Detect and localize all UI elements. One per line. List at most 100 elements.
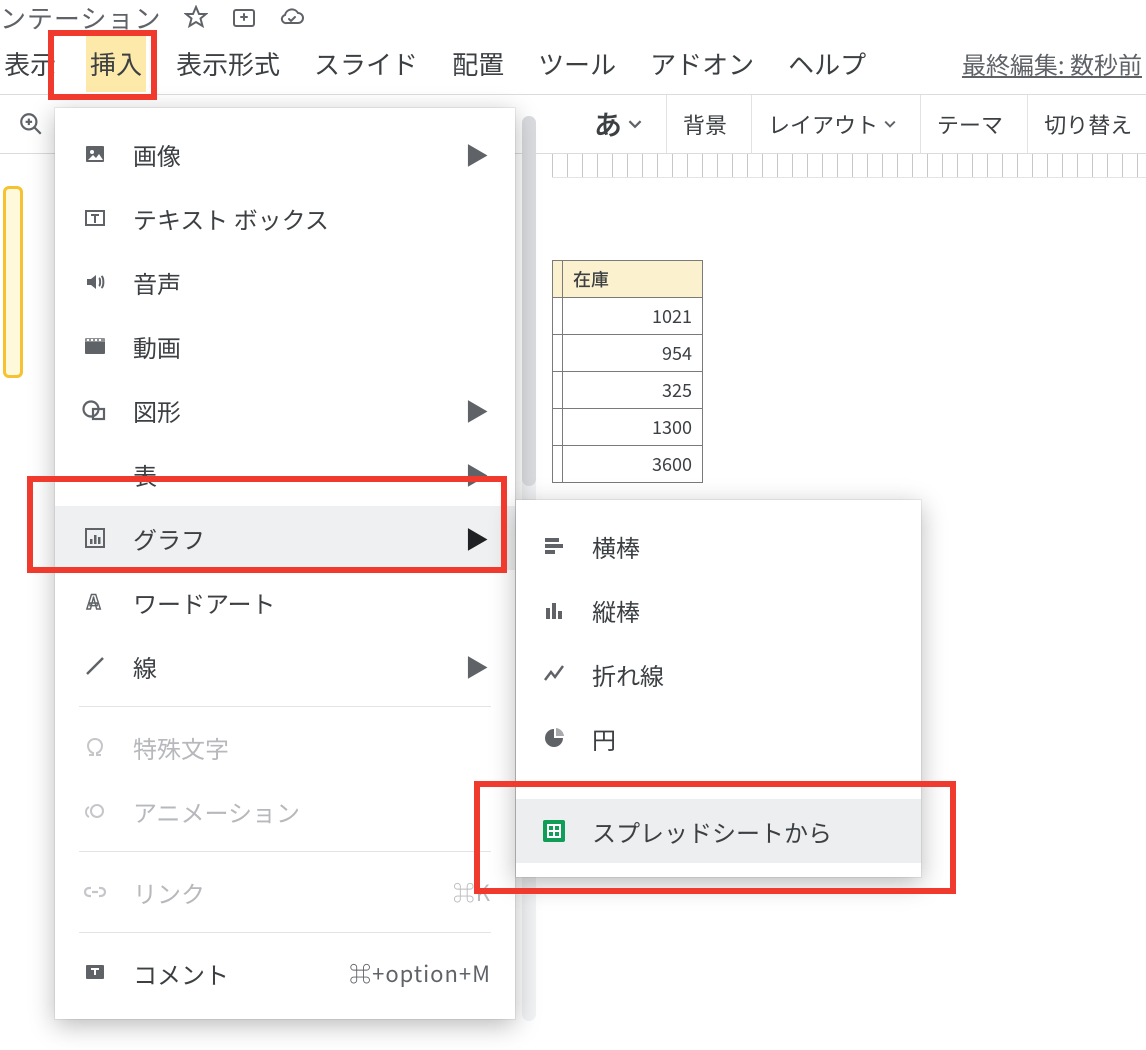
insert-image[interactable]: 画像 ▶ — [55, 122, 515, 186]
zoom-icon[interactable] — [18, 111, 44, 137]
insert-chart-label: グラフ — [133, 521, 205, 556]
omega-icon — [81, 733, 109, 761]
table-cell: 1300 — [563, 409, 703, 446]
layout-label: レイアウト — [768, 108, 878, 140]
animation-icon — [81, 797, 109, 825]
menu-separator — [79, 851, 491, 852]
title-icons — [183, 4, 305, 30]
insert-line[interactable]: 線 ▶ — [55, 634, 515, 698]
comment-shortcut: ⌘+option+M — [349, 957, 491, 989]
menubar: 表示 挿入 表示形式 スライド 配置 ツール アドオン ヘルプ 最終編集: 数秒… — [0, 32, 1146, 94]
insert-animation: アニメーション — [55, 779, 515, 843]
link-icon — [81, 878, 109, 906]
cloud-status-icon[interactable] — [279, 4, 305, 30]
comment-icon — [81, 959, 109, 987]
menu-addons[interactable]: アドオン — [646, 35, 758, 92]
embedded-table: 在庫 1021 954 325 1300 3600 — [552, 260, 703, 483]
chart-from-sheets[interactable]: スプレッドシートから — [516, 799, 921, 863]
menu-separator — [79, 932, 491, 933]
textbox-icon — [81, 204, 109, 232]
insert-shape-label: 図形 — [133, 393, 181, 428]
scrollbar-thumb[interactable] — [522, 116, 536, 486]
table-cell: 1021 — [563, 298, 703, 335]
chart-from-sheets-label: スプレッドシートから — [592, 814, 832, 849]
ime-glyph: あ — [594, 104, 622, 144]
background-button[interactable]: 背景 — [666, 95, 743, 153]
link-shortcut: ⌘K — [453, 876, 491, 908]
sheets-icon — [540, 817, 568, 845]
theme-button[interactable]: テーマ — [920, 95, 1019, 153]
insert-wordart[interactable]: A ワードアート — [55, 570, 515, 634]
titlebar: ンテーション — [0, 0, 1146, 32]
line-icon — [81, 652, 109, 680]
table-cell: 325 — [563, 372, 703, 409]
insert-animation-label: アニメーション — [133, 794, 300, 829]
menu-view[interactable]: 表示 — [0, 35, 60, 92]
submenu-arrow-icon: ▶ — [465, 393, 489, 428]
insert-textbox-label: テキスト ボックス — [133, 201, 329, 236]
menu-tools[interactable]: ツール — [534, 35, 620, 92]
line-chart-icon — [540, 660, 568, 688]
theme-label: テーマ — [937, 108, 1003, 140]
chart-bar-horizontal[interactable]: 横棒 — [516, 514, 921, 578]
chart-pie[interactable]: 円 — [516, 706, 921, 770]
menu-arrange[interactable]: 配置 — [448, 35, 508, 92]
doc-title-fragment[interactable]: ンテーション — [0, 0, 161, 36]
chart-bar-h-label: 横棒 — [592, 529, 640, 564]
chart-line-label: 折れ線 — [592, 657, 664, 692]
insert-line-label: 線 — [133, 649, 157, 684]
ime-toggle[interactable]: あ — [578, 95, 658, 153]
insert-special-chars: 特殊文字 — [55, 715, 515, 779]
insert-comment[interactable]: コメント ⌘+option+M — [55, 941, 515, 1005]
table-icon — [81, 460, 109, 488]
insert-audio[interactable]: 音声 — [55, 250, 515, 314]
insert-video[interactable]: 動画 — [55, 314, 515, 378]
chart-line[interactable]: 折れ線 — [516, 642, 921, 706]
transition-label: 切り替え — [1044, 108, 1132, 140]
chart-bar-v-label: 縦棒 — [592, 593, 640, 628]
bar-horizontal-icon — [540, 532, 568, 560]
move-to-drive-icon[interactable] — [231, 4, 257, 30]
submenu-arrow-icon: ▶ — [465, 137, 489, 172]
wordart-icon: A — [81, 588, 109, 616]
image-icon — [81, 140, 109, 168]
insert-link-label: リンク — [133, 875, 205, 910]
chart-pie-label: 円 — [592, 721, 616, 756]
layout-button[interactable]: レイアウト — [751, 95, 912, 153]
shape-icon — [81, 396, 109, 424]
menu-format[interactable]: 表示形式 — [172, 35, 284, 92]
submenu-arrow-icon: ▶ — [465, 649, 489, 684]
chart-bar-vertical[interactable]: 縦棒 — [516, 578, 921, 642]
insert-special-chars-label: 特殊文字 — [133, 730, 229, 765]
insert-image-label: 画像 — [133, 137, 181, 172]
insert-wordart-label: ワードアート — [133, 585, 276, 620]
video-icon — [81, 332, 109, 360]
pie-chart-icon — [540, 724, 568, 752]
table-header: 在庫 — [563, 261, 703, 298]
last-edit-link[interactable]: 最終編集: 数秒前 — [962, 46, 1146, 81]
menu-separator — [79, 706, 491, 707]
menu-separator — [536, 784, 901, 785]
insert-video-label: 動画 — [133, 329, 181, 364]
insert-audio-label: 音声 — [133, 265, 181, 300]
insert-shape[interactable]: 図形 ▶ — [55, 378, 515, 442]
table-cell: 954 — [563, 335, 703, 372]
chart-icon — [81, 524, 109, 552]
audio-icon — [81, 268, 109, 296]
menu-slide[interactable]: スライド — [310, 35, 422, 92]
insert-textbox[interactable]: テキスト ボックス — [55, 186, 515, 250]
chevron-down-icon — [884, 118, 896, 130]
insert-link: リンク ⌘K — [55, 860, 515, 924]
table-cell: 3600 — [563, 446, 703, 483]
star-icon[interactable] — [183, 4, 209, 30]
insert-comment-label: コメント — [133, 956, 229, 991]
chevron-down-icon — [628, 117, 642, 131]
menu-insert[interactable]: 挿入 — [86, 35, 146, 92]
menu-help[interactable]: ヘルプ — [784, 35, 870, 92]
transition-button[interactable]: 切り替え — [1027, 95, 1146, 153]
submenu-arrow-icon: ▶ — [465, 457, 489, 492]
insert-dropdown: 画像 ▶ テキスト ボックス 音声 動画 図形 ▶ 表 ▶ グラフ ▶ A ワー… — [55, 108, 515, 1019]
insert-chart[interactable]: グラフ ▶ — [55, 506, 515, 570]
insert-table[interactable]: 表 ▶ — [55, 442, 515, 506]
slide-thumbnail[interactable] — [3, 186, 23, 378]
